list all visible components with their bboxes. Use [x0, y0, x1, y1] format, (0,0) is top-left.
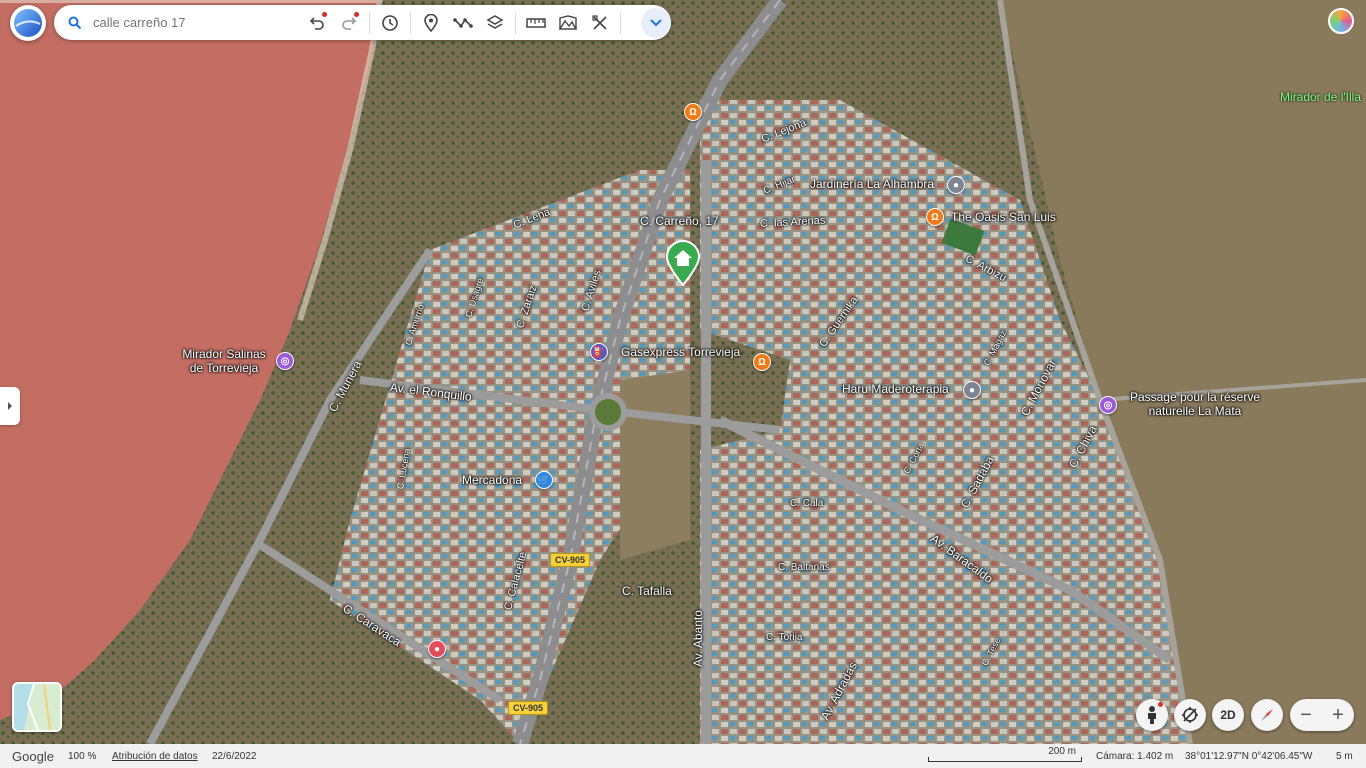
image-overlay-button[interactable] [552, 7, 584, 39]
scale-line [928, 757, 1082, 762]
scale-bar: 200 m [928, 746, 1082, 764]
zoom-control: − + [1290, 699, 1354, 731]
compass-icon [1261, 709, 1273, 721]
overlay-icon [559, 14, 577, 30]
zoom-out-button[interactable]: − [1290, 700, 1322, 730]
street-label: C. Tafalla [622, 584, 672, 598]
status-bar: Google 100 % Atribución de datos 22/6/20… [0, 744, 1366, 768]
path-icon [453, 17, 473, 28]
tilt-off-icon [1182, 707, 1198, 723]
google-wordmark: Google [12, 748, 54, 764]
pegman-icon [1148, 706, 1156, 724]
restaurant-icon[interactable]: Ω [753, 353, 771, 371]
gas-station-icon[interactable]: ⛽ [590, 343, 608, 361]
street-label: Av. Abanto [691, 610, 705, 667]
ground-altitude: 5 m [1336, 750, 1353, 762]
place-mirador-illa[interactable]: Mirador de l'Illa [1280, 90, 1361, 104]
account-avatar[interactable] [1328, 8, 1354, 34]
street-view-button[interactable] [1136, 699, 1168, 731]
ruler-button[interactable] [520, 7, 552, 39]
undo-icon [309, 16, 324, 30]
toolbar-divider [620, 11, 621, 34]
reset-tilt-button[interactable] [1174, 699, 1206, 731]
compass-button[interactable] [1251, 699, 1283, 731]
street-label: C. Cala [790, 498, 824, 509]
satellite-map[interactable]: C. Lejona C. Hijar C. Lena C. las Arenas… [0, 0, 1366, 744]
imagery-date: 22/6/2022 [212, 750, 257, 762]
scale-label: 200 m [1048, 746, 1076, 757]
notification-dot [1158, 702, 1163, 707]
search-input[interactable] [93, 15, 283, 30]
draw-path-button[interactable] [447, 7, 479, 39]
place-jardineria[interactable]: Jardinería La Alhambra [810, 177, 934, 191]
add-placemark-button[interactable] [415, 7, 447, 39]
chevron-down-icon [650, 18, 662, 26]
place-mirador-salinas[interactable]: Mirador Salinas de Torrevieja [178, 347, 270, 375]
place-gasexpress[interactable]: Gasexpress Torrevieja [621, 345, 740, 359]
place-oasis[interactable]: The Oasis San Luis [951, 210, 1056, 224]
viewpoint-icon[interactable]: ◎ [276, 352, 294, 370]
view-mode-button[interactable]: 2D [1212, 699, 1244, 731]
data-attribution-link[interactable]: Atribución de datos [112, 751, 212, 762]
viewpoint-icon[interactable]: ◎ [1099, 396, 1117, 414]
road-shield-cv905: CV-905 [508, 701, 549, 715]
selected-place-label: C. Carreño, 17 [640, 214, 719, 228]
layers-icon [486, 14, 504, 29]
toolbar-divider [515, 11, 516, 34]
street-label: C. Baltanas [778, 562, 830, 573]
restaurant-icon[interactable]: Ω [926, 208, 944, 226]
toolbar-divider [369, 11, 370, 34]
zoom-in-button[interactable]: + [1322, 700, 1354, 730]
home-pin-icon[interactable] [664, 238, 702, 287]
chevron-right-icon [8, 402, 12, 410]
place-pin-icon[interactable]: ● [947, 176, 965, 194]
top-toolbar [54, 5, 671, 40]
measure-icon [592, 14, 607, 30]
expand-toolbar-button[interactable] [641, 7, 671, 38]
place-mercadona[interactable]: Mercadona [462, 473, 522, 487]
search-box[interactable] [57, 8, 293, 37]
earth-logo-icon [14, 9, 42, 37]
search-icon [57, 16, 93, 30]
shop-icon[interactable]: ● [428, 640, 446, 658]
place-haru[interactable]: Haru Maderoterapia [842, 382, 949, 396]
notification-dot [322, 11, 327, 17]
historical-imagery-button[interactable] [374, 7, 406, 39]
layers-button[interactable] [479, 7, 511, 39]
map-style-minimap[interactable] [12, 682, 62, 732]
place-mirador-salinas-label: Mirador Salinas de Torrevieja [182, 347, 266, 375]
redo-icon [342, 16, 357, 30]
ruler-icon [526, 17, 546, 28]
zoom-level: 100 % [68, 750, 97, 762]
shopping-cart-icon[interactable]: 🛒 [535, 471, 553, 489]
minimap-thumbnail [14, 684, 60, 730]
redo-button[interactable] [333, 7, 365, 39]
restaurant-icon[interactable]: Ω [684, 103, 702, 121]
history-icon [382, 14, 398, 31]
toolbar-divider [410, 11, 411, 34]
cursor-coordinates: 38°01'12.97"N 0°42'06.45"W [1185, 750, 1313, 762]
road-shield-cv905: CV-905 [550, 553, 591, 567]
place-passage-label: Passage pour la réserve naturelle La Mat… [1129, 390, 1261, 418]
place-pin-icon[interactable]: ● [963, 381, 981, 399]
notification-dot [354, 11, 359, 17]
placemark-icon [424, 13, 438, 32]
camera-altitude: Cámara: 1.402 m [1096, 750, 1174, 762]
measure-button[interactable] [584, 7, 616, 39]
side-panel-toggle[interactable] [0, 387, 20, 425]
place-passage[interactable]: Passage pour la réserve naturelle La Mat… [1124, 390, 1266, 418]
undo-button[interactable] [301, 7, 333, 39]
street-label: C. Torija [766, 632, 803, 643]
earth-logo-button[interactable] [10, 5, 46, 41]
